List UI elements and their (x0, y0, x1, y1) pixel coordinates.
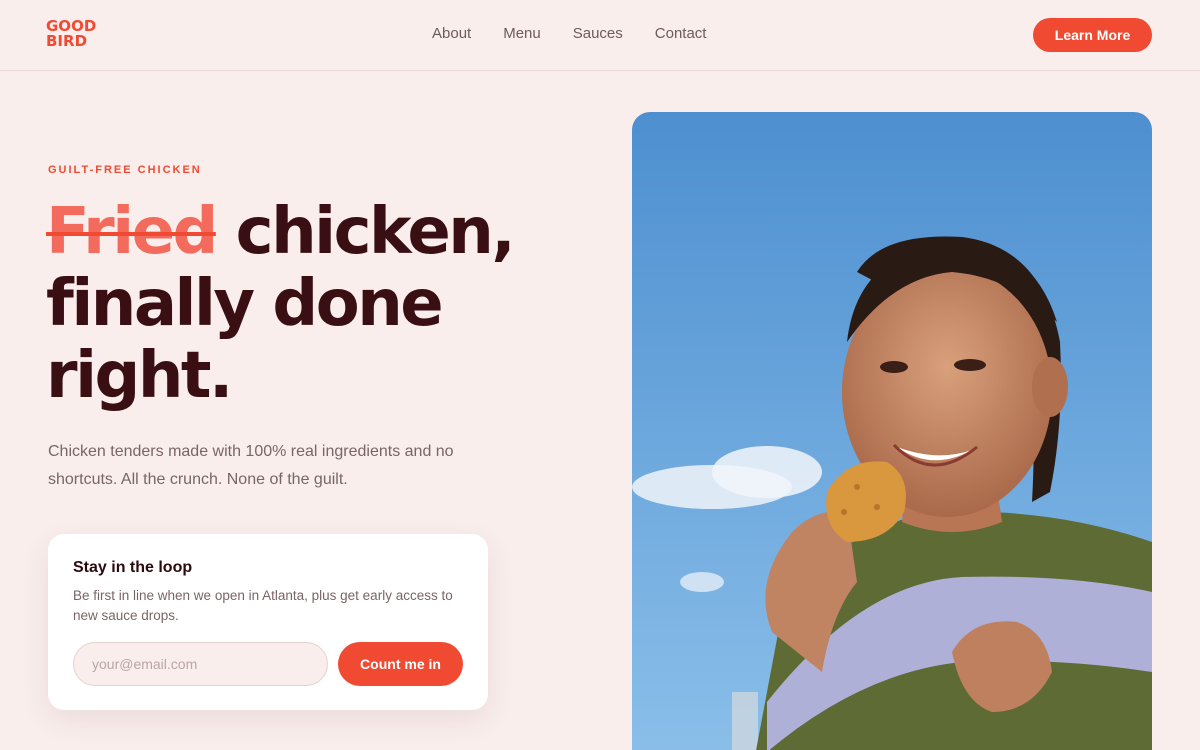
headline-struck-word: Fried (46, 195, 218, 269)
headline-line-2: finally done (46, 267, 444, 341)
hero-photo (632, 112, 1152, 750)
headline-line-3: right. (46, 339, 233, 413)
landing-page: GOOD BIRD About Menu Sauces Contact Lear… (0, 0, 1200, 750)
count-me-in-button[interactable]: Count me in (338, 642, 463, 686)
hero-headline: Fried chicken, finally done right. (46, 196, 566, 412)
hero-eyebrow: GUILT-FREE CHICKEN (48, 164, 202, 176)
email-input[interactable] (73, 642, 328, 686)
learn-more-button[interactable]: Learn More (1033, 18, 1152, 52)
nav-link-contact[interactable]: Contact (655, 25, 707, 42)
signup-description: Be first in line when we open in Atlanta… (73, 588, 453, 623)
site-header: GOOD BIRD About Menu Sauces Contact Lear… (0, 0, 1200, 71)
headline-line-1-rest: chicken, (215, 195, 516, 269)
woman-eating-chicken-photo-icon (632, 112, 1152, 750)
nav-link-about[interactable]: About (432, 25, 471, 42)
logo-line-2: BIRD (46, 32, 88, 50)
signup-card: Stay in the loop Be first in line when w… (48, 534, 488, 710)
main-nav: About Menu Sauces Contact (432, 25, 706, 42)
hero-subtext: Chicken tenders made with 100% real ingr… (48, 443, 454, 488)
good-bird-logo[interactable]: GOOD BIRD (46, 16, 110, 52)
nav-link-menu[interactable]: Menu (503, 25, 541, 42)
signup-title: Stay in the loop (73, 559, 193, 576)
nav-link-sauces[interactable]: Sauces (573, 25, 623, 42)
